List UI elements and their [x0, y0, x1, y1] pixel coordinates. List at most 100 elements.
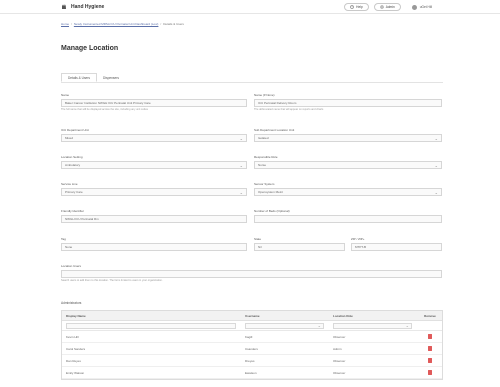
department-field-group: ICU Department Unit Mixed — [61, 128, 247, 142]
sub-department-select[interactable]: Isolated — [254, 134, 442, 142]
zip-input[interactable]: MTPT-B — [351, 243, 442, 251]
user-menu[interactable]: uGet Hill — [411, 4, 432, 10]
help-icon: ? — [350, 4, 355, 10]
trash-icon[interactable] — [428, 370, 432, 375]
members-title: Administrators — [61, 301, 82, 305]
report-name-input[interactable]: ICU Perinatal Delivery Room — [254, 99, 442, 107]
zip-label: ZIP / ZIP+ — [351, 237, 365, 241]
help-button[interactable]: ? Help — [344, 3, 369, 11]
hand-logo-icon[interactable] — [61, 3, 67, 10]
location-users-field-group: Location Users Search users to add them … — [61, 264, 442, 282]
column-header-username[interactable]: Username — [242, 314, 330, 318]
service-line-field-group: Service Line Primary Care — [61, 182, 247, 196]
cell-location-role: Admin — [333, 346, 342, 351]
sub-department-label: Sub Department Location Unit — [254, 128, 295, 132]
tab-details-users[interactable]: Details & Users — [61, 73, 97, 82]
breadcrumb-parent[interactable]: Newly Instrumented MRSA ICU Perinatal Un… — [74, 22, 159, 26]
report-name-hint: The abbreviated name that will appear on… — [254, 108, 324, 111]
responsible-role-field-group: Responsible Role Nurse — [254, 155, 442, 169]
trash-icon[interactable] — [428, 358, 432, 363]
cell-location-role: Observer — [333, 358, 346, 363]
location-setting-field-group: Location Setting Ambulatory — [61, 155, 247, 169]
tag-input[interactable]: None — [61, 243, 247, 251]
tag-field-group: Tag None — [61, 237, 247, 251]
friendly-name-input[interactable]: NWGH ICU Perinatal Rm — [61, 215, 247, 223]
admin-button[interactable]: Admin — [373, 3, 401, 11]
report-name-field-group: Name (If None) ICU Perinatal Delivery Ro… — [254, 93, 442, 111]
location-setting-select[interactable]: Ambulatory — [61, 161, 247, 169]
tab-dispensers[interactable]: Dispensers — [97, 73, 125, 82]
trash-icon[interactable] — [428, 346, 432, 351]
state-field-group: State Nil — [254, 237, 345, 251]
tab-bar: Details & Users Dispensers — [61, 73, 125, 82]
filter-display-name-input[interactable] — [66, 322, 236, 329]
cell-display-name: Kevin Hill — [66, 334, 79, 339]
location-users-label: Location Users — [61, 264, 82, 268]
service-line-select[interactable]: Primary Care — [61, 188, 247, 196]
top-actions: ? Help Admin uGet Hill — [344, 3, 432, 11]
tag-label: Tag — [61, 237, 66, 241]
breadcrumb-separator: / — [160, 21, 162, 26]
cell-username: Kagill — [245, 334, 253, 339]
sub-department-field-group: Sub Department Location Unit Isolated — [254, 128, 442, 142]
sensor-system-label: Sensor System — [254, 182, 275, 186]
cell-username: Ewatson — [245, 370, 257, 375]
gear-icon — [380, 4, 384, 10]
department-label: ICU Department Unit — [61, 128, 89, 132]
sensor-system-select[interactable]: Opensystem Metrc — [254, 188, 442, 196]
department-select[interactable]: Mixed — [61, 134, 247, 142]
app-title: Hand Hygiene — [71, 3, 105, 10]
table-row: Emily Watson Ewatson Observer — [62, 367, 442, 379]
table-row: Kevin Hill Kagill Observer — [62, 331, 442, 343]
state-input[interactable]: Nil — [254, 243, 345, 251]
service-line-label: Service Line — [61, 182, 78, 186]
table-header: Display Name Username Location Role Remo… — [62, 311, 442, 321]
table-row: Carol Sanders Csanders Admin — [62, 343, 442, 355]
cell-location-role: Observer — [333, 370, 346, 375]
members-table: Display Name Username Location Role Remo… — [61, 310, 443, 380]
table-row: Dan Reyes Dreyes Observer — [62, 355, 442, 367]
filter-username-select[interactable] — [245, 322, 324, 329]
admin-label: Admin — [385, 5, 395, 9]
filter-row — [62, 321, 442, 331]
beds-input[interactable] — [254, 215, 442, 223]
cell-username: Csanders — [245, 346, 258, 351]
name-field-group: Name Baker Cancer Institution NWGH ICU P… — [61, 93, 247, 111]
page-title: Manage Location — [61, 45, 119, 52]
cell-username: Dreyes — [245, 358, 255, 363]
cell-display-name: Dan Reyes — [66, 358, 81, 363]
name-label: Name — [61, 93, 70, 97]
sensor-system-field-group: Sensor System Opensystem Metrc — [254, 182, 442, 196]
breadcrumb-home[interactable]: Home — [61, 22, 69, 26]
beds-field-group: Number of Beds (Optional) — [254, 209, 442, 223]
state-label: State — [254, 237, 262, 241]
friendly-name-field-group: Friendly Identifier NWGH ICU Perinatal R… — [61, 209, 247, 223]
name-input[interactable]: Baker Cancer Institution NWGH ICU Perina… — [61, 99, 247, 107]
location-users-hint: Search users to add them to this locatio… — [61, 279, 163, 282]
column-header-remove: Remove — [424, 313, 436, 318]
column-header-location-role[interactable]: Location Role — [330, 314, 418, 318]
report-name-label: Name (If None) — [254, 93, 275, 97]
cell-display-name: Carol Sanders — [66, 346, 86, 351]
beds-label: Number of Beds (Optional) — [254, 209, 290, 213]
responsible-role-label: Responsible Role — [254, 155, 278, 159]
name-hint: The full name that will be displayed acr… — [61, 108, 148, 111]
trash-icon[interactable] — [428, 334, 432, 339]
breadcrumb-separator: / — [71, 21, 72, 26]
user-avatar-icon — [411, 4, 417, 10]
friendly-name-label: Friendly Identifier — [61, 209, 85, 213]
location-users-search-input[interactable] — [61, 270, 442, 278]
responsible-role-select[interactable]: Nurse — [254, 161, 442, 169]
breadcrumb: Home / Newly Instrumented MRSA ICU Perin… — [61, 21, 184, 26]
zip-field-group: ZIP / ZIP+ MTPT-B — [351, 237, 442, 251]
help-label: Help — [356, 5, 363, 9]
tab-divider — [61, 82, 443, 83]
filter-location-role-select[interactable] — [333, 322, 412, 329]
breadcrumb-current: Details & Users — [163, 21, 184, 26]
cell-location-role: Observer — [333, 334, 346, 339]
location-setting-label: Location Setting — [61, 155, 83, 159]
user-name: uGet Hill — [419, 5, 432, 9]
column-header-display-name[interactable]: Display Name — [62, 314, 242, 318]
top-bar: Hand Hygiene ? Help Admin uGet Hill — [0, 0, 500, 14]
cell-display-name: Emily Watson — [66, 370, 85, 375]
